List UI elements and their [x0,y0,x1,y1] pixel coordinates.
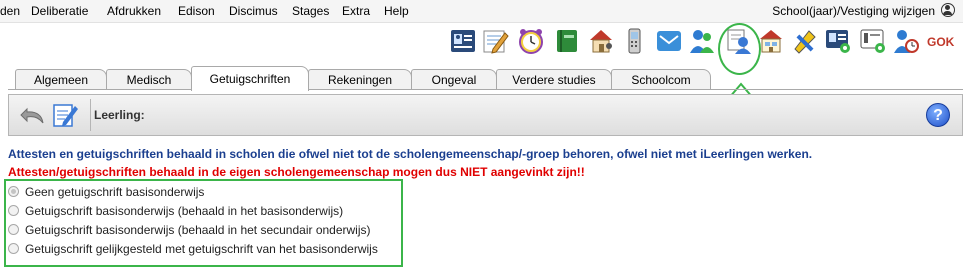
menu-item-deliberatie[interactable]: Deliberatie [31,4,88,18]
tab-medisch[interactable]: Medisch [106,69,192,90]
tab-verdere-studies[interactable]: Verdere studies [496,69,612,90]
warning-text: Attesten/getuigschriften behaald in de e… [8,165,585,179]
leerling-label: Leerling: [94,108,145,122]
record-toolbar: Leerling: ? [8,94,963,136]
id-card-settings-icon[interactable] [859,27,887,55]
menu-item-afdrukken[interactable]: Afdrukken [107,4,161,18]
school-vestiging-link[interactable]: School(jaar)/Vestiging wijzigen [772,4,935,18]
radio-label: Geen getuigschrift basisonderwijs [25,185,205,199]
info-text: Attesten en getuigschriften behaald in s… [8,147,813,161]
radio-button[interactable] [8,186,19,197]
radio-button[interactable] [8,243,19,254]
help-button[interactable]: ? [926,103,950,127]
menu-item-stages[interactable]: Stages [292,4,329,18]
radio-button[interactable] [8,205,19,216]
tab-divider [8,89,963,90]
toolbar-separator [90,99,91,131]
radio-label: Getuigschrift gelijkgesteld met getuigsc… [25,242,378,256]
menu-item-extra[interactable]: Extra [342,4,370,18]
house-document-icon[interactable] [757,27,785,55]
menu-item-den[interactable]: den [0,4,20,18]
radio-button[interactable] [8,224,19,235]
gok-icon[interactable]: GOK [925,27,959,55]
person-clock-icon[interactable] [892,27,920,55]
radio-label: Getuigschrift basisonderwijs (behaald in… [25,204,344,218]
house-person-icon[interactable] [587,27,615,55]
notepad-pencil-icon[interactable] [481,27,509,55]
tab-algemeen[interactable]: Algemeen [15,69,107,90]
envelope-icon[interactable] [655,27,683,55]
alarm-clock-icon[interactable] [517,27,545,55]
mobile-phone-icon[interactable] [620,27,648,55]
tools-icon[interactable] [791,27,819,55]
menu-item-help[interactable]: Help [384,4,409,18]
tab-bar: Algemeen Medisch Getuigschriften Rekenin… [0,66,963,91]
menu-bar: den Deliberatie Afdrukken Edison Discimu… [0,0,963,23]
menu-item-discimus[interactable]: Discimus [229,4,278,18]
menu-item-edison[interactable]: Edison [178,4,215,18]
tab-rekeningen[interactable]: Rekeningen [308,69,412,90]
green-book-icon[interactable] [553,27,581,55]
radio-label: Getuigschrift basisonderwijs (behaald in… [25,223,371,237]
edit-icon[interactable] [51,101,79,129]
undo-icon[interactable] [19,103,47,127]
user-account-icon[interactable] [941,3,955,17]
tab-schoolcom[interactable]: Schoolcom [611,69,711,90]
tab-getuigschriften[interactable]: Getuigschriften [191,66,309,91]
tab-ongeval[interactable]: Ongeval [411,69,497,90]
gok-label: GOK [927,35,955,49]
id-card-icon[interactable] [449,27,477,55]
users-icon[interactable] [688,27,716,55]
id-card-gear-icon[interactable] [824,27,852,55]
